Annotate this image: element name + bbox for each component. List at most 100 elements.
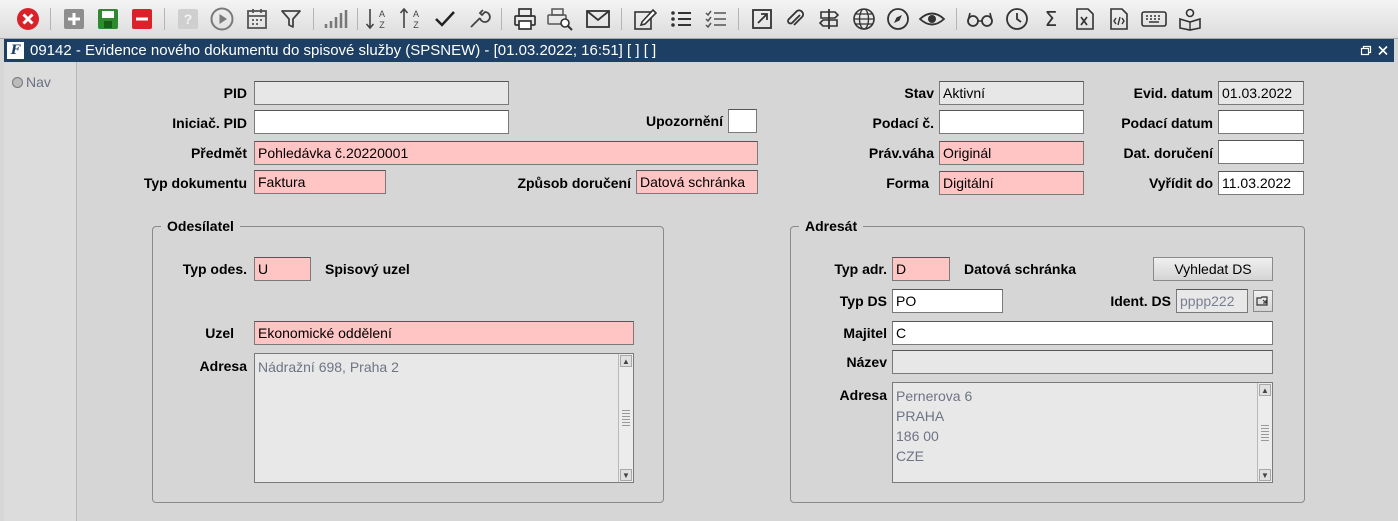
svg-text:?: ? — [184, 11, 193, 27]
adresat-adresa-lines: Pernerova 6 PRAHA 186 00 CZE — [896, 386, 972, 466]
stav-field[interactable]: Aktivní — [939, 81, 1084, 105]
open-external-icon[interactable] — [748, 6, 776, 32]
majitel-field[interactable]: C — [892, 321, 1273, 345]
forma-label: Forma — [886, 175, 929, 191]
typ-odes-desc: Spisový uzel — [325, 261, 410, 277]
prav-vaha-label: Práv.váha — [868, 145, 934, 161]
save-icon[interactable] — [94, 6, 122, 32]
odesilatel-adresa-textarea[interactable]: Nádražní 698, Praha 2 ▲ ▼ — [254, 353, 634, 483]
typ-ds-field[interactable]: PO — [892, 289, 1003, 313]
scroll-grip-icon[interactable] — [622, 410, 630, 426]
adresat-adresa-label: Adresa — [839, 387, 887, 403]
restore-window-icon[interactable] — [1358, 39, 1374, 62]
scroll-grip-icon[interactable] — [1261, 424, 1269, 441]
stav-label: Stav — [904, 85, 934, 101]
ident-ds-label: Ident. DS — [1110, 293, 1171, 309]
ident-ds-field[interactable]: pppp222 — [1176, 289, 1248, 313]
address-line: Pernerova 6 — [896, 388, 973, 404]
excel-export-icon[interactable] — [1071, 6, 1099, 32]
toolbar: ? AZ AZ Σ — [0, 0, 1398, 39]
wrench-icon[interactable] — [465, 6, 493, 32]
delete-record-icon[interactable] — [128, 6, 156, 32]
scroll-up-icon[interactable]: ▲ — [1259, 384, 1271, 396]
nav-radio-icon[interactable] — [12, 77, 23, 88]
print-preview-icon[interactable] — [546, 6, 574, 32]
eye-icon[interactable] — [918, 6, 946, 32]
adresat-title: Adresát — [799, 217, 864, 235]
vyridit-do-field[interactable]: 11.03.2022 — [1218, 171, 1304, 195]
edit-icon[interactable] — [631, 6, 659, 32]
zpusob-doruceni-field[interactable]: Datová schránka — [636, 170, 758, 194]
adresat-adresa-textarea[interactable]: Pernerova 6 PRAHA 186 00 CZE ▲ ▼ — [892, 382, 1273, 483]
add-record-icon[interactable] — [60, 6, 88, 32]
window-title: 09142 - Evidence nového dokumentu do spi… — [30, 42, 657, 59]
nav-panel: Nav — [4, 62, 77, 521]
glasses-icon[interactable] — [966, 6, 994, 32]
podaci-c-field[interactable] — [939, 110, 1084, 134]
print-icon[interactable] — [511, 6, 539, 32]
uzel-field[interactable]: Ekonomické oddělení — [254, 321, 634, 345]
odesilatel-adresa-scrollbar[interactable]: ▲ ▼ — [618, 354, 633, 482]
clock-icon[interactable] — [1003, 6, 1031, 32]
nav-label[interactable]: Nav — [26, 74, 51, 90]
upozorneni-label: Upozornění — [646, 113, 723, 129]
run-icon[interactable] — [208, 6, 236, 32]
svg-text:Z: Z — [413, 20, 419, 30]
typ-adr-field[interactable]: D — [892, 257, 950, 281]
address-line: CZE — [896, 448, 924, 464]
sort-descending-icon[interactable]: AZ — [397, 6, 425, 32]
address-line: 186 00 — [896, 428, 939, 444]
compass-icon[interactable] — [884, 6, 912, 32]
close-window-icon[interactable] — [1375, 39, 1391, 62]
scroll-up-icon[interactable]: ▲ — [620, 355, 632, 367]
list-icon[interactable] — [667, 6, 695, 32]
adresat-adresa-scrollbar[interactable]: ▲ ▼ — [1257, 383, 1272, 482]
filter-icon[interactable] — [277, 6, 305, 32]
typ-odes-field[interactable]: U — [254, 257, 311, 281]
iniciac-pid-field[interactable] — [254, 110, 509, 134]
svg-text:A: A — [379, 9, 385, 19]
odesilatel-adresa-label: Adresa — [199, 358, 247, 374]
evid-datum-field[interactable]: 01.03.2022 — [1218, 81, 1304, 105]
scroll-down-icon[interactable]: ▼ — [1259, 469, 1271, 481]
pid-field[interactable] — [254, 81, 509, 105]
sum-icon[interactable]: Σ — [1037, 6, 1065, 32]
podaci-c-label: Podací č. — [872, 115, 934, 131]
typ-dokumentu-field[interactable]: Faktura — [254, 170, 386, 194]
predmet-field[interactable]: Pohledávka č.20220001 — [254, 141, 758, 165]
dat-doruceni-label: Dat. doručení — [1123, 145, 1213, 161]
scroll-down-icon[interactable]: ▼ — [620, 469, 632, 481]
upozorneni-field[interactable] — [728, 109, 757, 133]
typ-ds-label: Typ DS — [839, 293, 887, 309]
typ-dokumentu-label: Typ dokumentu — [143, 175, 247, 191]
forma-field[interactable]: Digitální — [939, 171, 1084, 195]
typ-adr-desc: Datová schránka — [964, 261, 1077, 277]
odesilatel-title: Odesílatel — [161, 217, 240, 235]
close-form-icon[interactable] — [14, 6, 42, 32]
statistics-icon[interactable] — [322, 6, 350, 32]
evid-datum-label: Evid. datum — [1133, 85, 1213, 101]
vyhledat-ds-button[interactable]: Vyhledat DS — [1153, 257, 1273, 281]
check-icon[interactable] — [431, 6, 459, 32]
iniciac-pid-label: Iniciač. PID — [172, 115, 247, 131]
podaci-datum-field[interactable] — [1218, 110, 1304, 134]
mail-icon[interactable] — [584, 6, 612, 32]
help-icon[interactable]: ? — [174, 6, 202, 32]
nazev-field[interactable] — [892, 350, 1273, 374]
prav-vaha-field[interactable]: Originál — [939, 141, 1084, 165]
calendar-icon[interactable] — [243, 6, 271, 32]
svg-text:Σ: Σ — [1045, 7, 1058, 31]
globe-icon[interactable] — [850, 6, 878, 32]
signpost-icon[interactable] — [815, 6, 843, 32]
reading-person-icon[interactable] — [1176, 6, 1204, 32]
code-file-icon[interactable] — [1105, 6, 1133, 32]
keyboard-icon[interactable] — [1140, 6, 1168, 32]
sort-ascending-icon[interactable]: AZ — [363, 6, 391, 32]
dat-doruceni-field[interactable] — [1218, 140, 1304, 164]
checklist-icon[interactable] — [702, 6, 730, 32]
address-line: Nádražní 698, Praha 2 — [258, 359, 399, 375]
address-line: PRAHA — [896, 408, 945, 424]
ident-ds-lookup-icon[interactable] — [1253, 290, 1273, 312]
svg-text:A: A — [413, 9, 419, 19]
attachment-icon[interactable] — [781, 6, 809, 32]
